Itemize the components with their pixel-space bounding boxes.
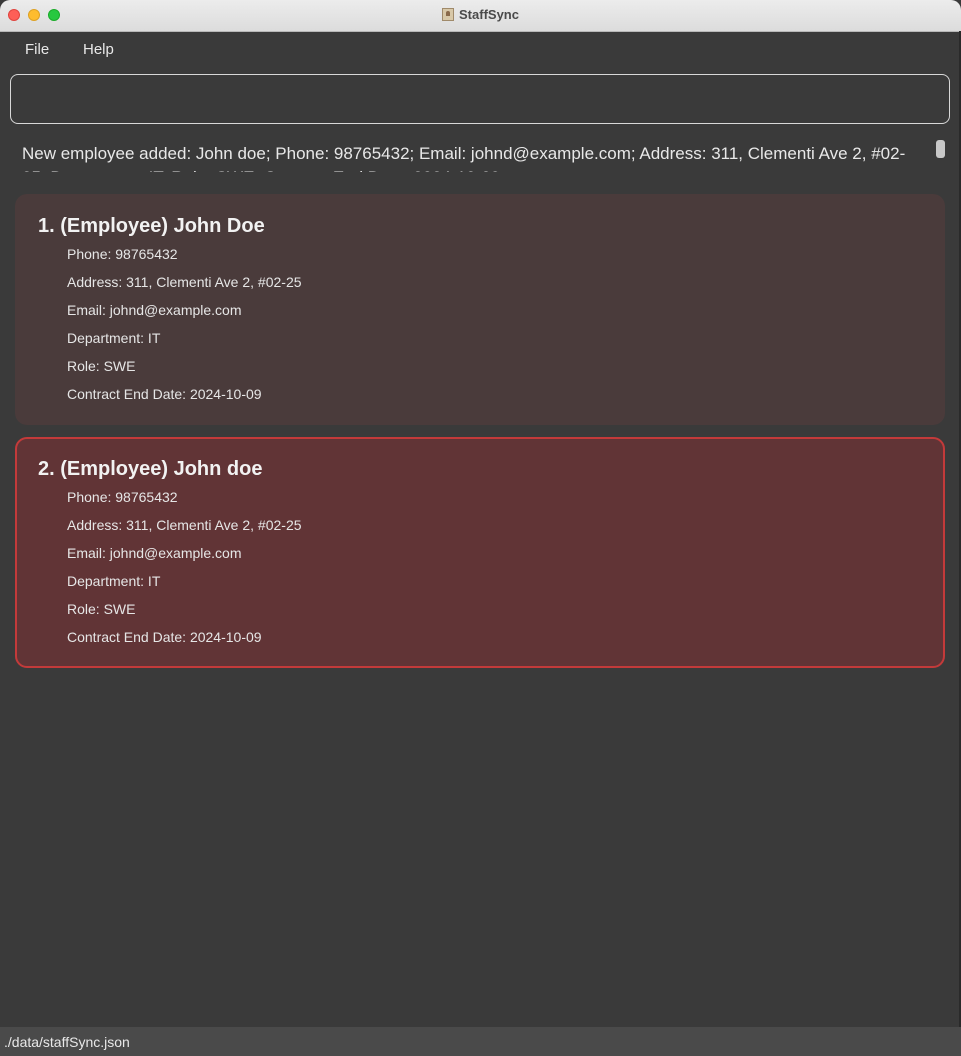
employee-contract-end: Contract End Date: 2024-10-09: [67, 629, 262, 645]
employee-email: Email: johnd@example.com: [67, 545, 242, 561]
employee-card-selected[interactable]: 2. (Employee) John doe Phone: 98765432 A…: [15, 437, 945, 668]
employee-email: Email: johnd@example.com: [67, 302, 242, 318]
employee-address: Address: 311, Clementi Ave 2, #02-25: [67, 517, 302, 533]
window-title: StaffSync: [459, 7, 519, 22]
command-input[interactable]: [10, 74, 950, 124]
save-file-path: ./data/staffSync.json: [4, 1034, 130, 1050]
employee-department: Department: IT: [67, 573, 161, 589]
employee-address: Address: 311, Clementi Ave 2, #02-25: [67, 274, 302, 290]
employee-heading: 2. (Employee) John doe: [38, 458, 263, 480]
employee-department: Department: IT: [67, 330, 161, 346]
employee-contract-end: Contract End Date: 2024-10-09: [67, 386, 262, 402]
result-message: New employee added: John doe; Phone: 987…: [22, 144, 906, 172]
status-bar: ./data/staffSync.json: [0, 1027, 961, 1056]
app-icon: [442, 8, 455, 21]
app-window: StaffSync File Help New employee added: …: [0, 0, 961, 1056]
menu-bar: File Help: [0, 32, 961, 68]
menu-file[interactable]: File: [25, 41, 49, 59]
employee-role: Role: SWE: [67, 601, 136, 617]
employee-phone: Phone: 98765432: [67, 489, 178, 505]
result-display: New employee added: John doe; Phone: 987…: [10, 138, 950, 172]
employee-role: Role: SWE: [67, 358, 136, 374]
window-title-container: StaffSync: [0, 7, 961, 23]
title-bar: StaffSync: [0, 0, 961, 32]
result-scrollbar[interactable]: [936, 140, 945, 158]
employee-phone: Phone: 98765432: [67, 246, 178, 262]
menu-help[interactable]: Help: [83, 41, 114, 59]
employee-heading: 1. (Employee) John Doe: [38, 215, 265, 237]
employee-card[interactable]: 1. (Employee) John Doe Phone: 98765432 A…: [15, 194, 945, 425]
